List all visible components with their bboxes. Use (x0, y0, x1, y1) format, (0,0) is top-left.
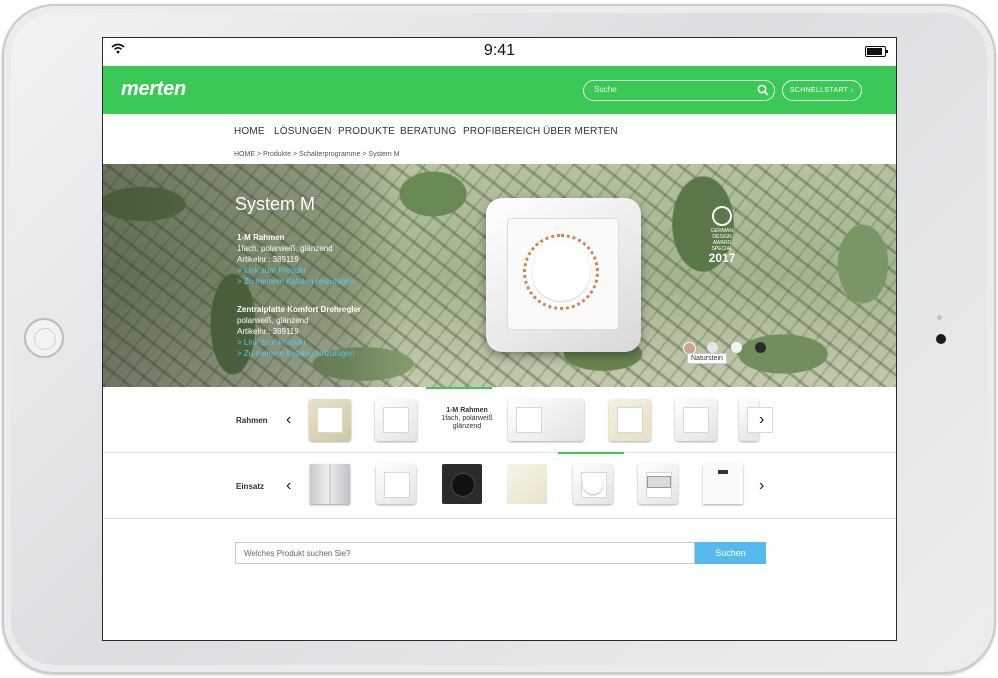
rahmen-next-arrow-icon[interactable]: › (759, 411, 764, 429)
product-search-input[interactable]: Welches Produkt suchen Sie? (235, 542, 695, 564)
product1-article: Artikelnr.: 389119 (237, 255, 299, 264)
sensor-window (718, 470, 728, 474)
light-sensor (937, 315, 942, 320)
search-input[interactable]: Suche (583, 80, 775, 101)
rahmen-row: Rahmen ‹ 1-M Rahmen 1fach, polarweiß glä… (103, 389, 896, 453)
swatch-black[interactable] (755, 342, 766, 353)
product1-link[interactable]: > Link zum Produkt (237, 266, 306, 275)
product1-add-catalog-link[interactable]: > Zu meinem Katalog hinzufügen (237, 277, 355, 286)
product1-name: 1-M Rahmen (237, 233, 285, 242)
swatch-light-grey[interactable] (707, 342, 718, 353)
main-nav: HOME LÖSUNGEN PRODUKTE BERATUNG PROFIBER… (103, 114, 896, 149)
award-ring-icon (712, 206, 732, 226)
row-divider (103, 452, 896, 453)
einsatz-thumb-frame[interactable] (376, 464, 416, 504)
rahmen-selected-desc1: 1fach, polarweiß (441, 415, 493, 422)
einsatz-thumb-sensor[interactable] (703, 464, 743, 504)
nav-item-home[interactable]: HOME (234, 126, 265, 137)
product1-desc: 1fach, polarweiß, glänzend (237, 244, 333, 253)
home-button[interactable] (24, 318, 64, 358)
einsatz-thumb-rocker[interactable] (310, 464, 350, 504)
rahmen-label: Rahmen (236, 416, 268, 425)
einsatz-thumb-black-dimmer[interactable] (442, 464, 482, 504)
product2-name: Zentralplatte Komfort Drehregler (237, 305, 362, 314)
breadcrumb: HOME > Produkte > Schalterprogramme > Sy… (103, 149, 896, 163)
nav-item-produkte[interactable]: PRODUKTE (338, 126, 395, 137)
merten-logo[interactable]: merten (121, 78, 186, 101)
nav-item-ueber-merten[interactable]: ÜBER MERTEN (543, 126, 618, 137)
dimmer-plate (507, 218, 619, 330)
nav-item-loesungen[interactable]: LÖSUNGEN (274, 126, 332, 137)
rahmen-thumb-7[interactable] (739, 399, 773, 441)
product2-link[interactable]: > Link zum Produkt (237, 338, 306, 347)
rahmen-thumb-creme[interactable] (609, 399, 651, 441)
einsatz-label: Einsatz (236, 482, 265, 491)
design-award-badge: GERMAN DESIGN AWARD SPECIAL 2017 (704, 202, 740, 266)
clock: 9:41 (483, 42, 516, 59)
einsatz-next-arrow-icon[interactable]: › (759, 477, 764, 495)
einsatz-row: Einsatz ‹ › (103, 454, 896, 518)
product-image-dimmer (486, 198, 641, 352)
product-info-plate: Zentralplatte Komfort Drehregler polarwe… (237, 304, 361, 359)
black-dimmer-knob (451, 473, 475, 497)
product-search-button[interactable]: Suchen (695, 542, 766, 564)
thermostat-display (647, 476, 671, 488)
search-placeholder: Suche (594, 85, 617, 94)
nav-item-profibereich[interactable]: PROFIBEREICH (463, 126, 540, 137)
einsatz-prev-arrow-icon[interactable]: ‹ (286, 477, 291, 495)
dimmer-knob-small (583, 474, 603, 494)
swatch-white[interactable] (731, 342, 742, 353)
award-year: 2017 (708, 251, 736, 265)
nav-item-beratung[interactable]: BERATUNG (400, 126, 456, 137)
product2-add-catalog-link[interactable]: > Zu meinem Katalog hinzufügen (237, 349, 355, 358)
battery-icon (865, 46, 888, 57)
product2-article: Artikelnr.: 389119 (237, 327, 299, 336)
screen: 9:41 merten Suche SCHNELLSTART ↓ HOME LÖ… (102, 37, 897, 641)
hero-banner: System M 1-M Rahmen 1fach, polarweiß, gl… (103, 164, 896, 387)
breadcrumb-text[interactable]: HOME > Produkte > Schalterprogramme > Sy… (234, 151, 400, 158)
product-search-placeholder: Welches Produkt suchen Sie? (244, 549, 351, 558)
rahmen-thumb-1[interactable] (309, 399, 351, 441)
rahmen-selected-desc2: glänzend (452, 423, 482, 430)
status-bar: 9:41 (103, 38, 896, 66)
product-info-frame: 1-M Rahmen 1fach, polarweiß, glänzend Ar… (237, 232, 355, 287)
search-icon[interactable] (757, 84, 769, 96)
row-divider-2 (103, 518, 896, 519)
rahmen-selected-info[interactable]: 1-M Rahmen 1fach, polarweiß glänzend (429, 407, 505, 431)
einsatz-thumb-creme-plate[interactable] (507, 464, 547, 504)
quickstart-button[interactable]: SCHNELLSTART ↓ (782, 80, 862, 101)
hero-title: System M (235, 194, 316, 214)
einsatz-thumb-dimmer[interactable] (573, 464, 613, 504)
camera (936, 334, 946, 344)
dimmer-knob (523, 234, 599, 310)
rahmen-thumb-6[interactable] (675, 399, 717, 441)
swatch-tooltip: Naturstein (687, 353, 727, 364)
product2-desc: polarweiß, glänzend (237, 316, 309, 325)
rahmen-prev-arrow-icon[interactable]: ‹ (286, 411, 291, 429)
rahmen-selected-name: 1-M Rahmen (446, 407, 488, 414)
rahmen-thumb-2[interactable] (375, 399, 417, 441)
site-header: merten Suche SCHNELLSTART ↓ (103, 66, 896, 114)
rahmen-thumb-2fach[interactable] (508, 399, 584, 441)
einsatz-thumb-thermostat[interactable] (638, 464, 678, 504)
